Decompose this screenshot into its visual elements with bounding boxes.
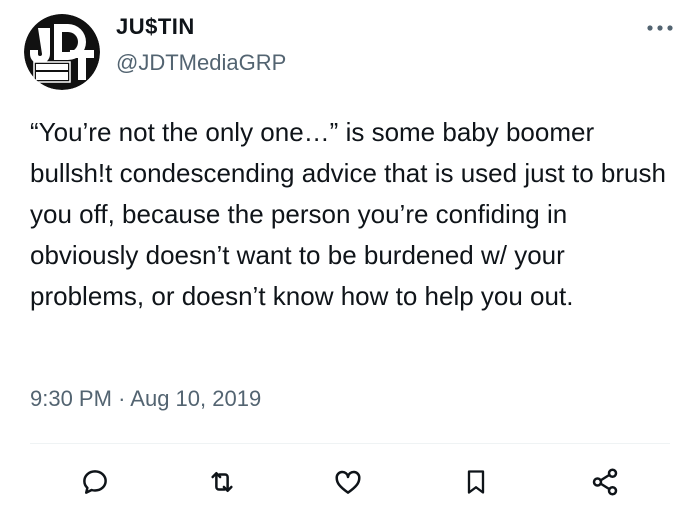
retweet-button[interactable] xyxy=(200,460,244,504)
jdt-media-grp-logo-icon xyxy=(24,14,100,90)
action-bar xyxy=(0,460,700,510)
like-button[interactable] xyxy=(326,460,370,504)
tweet-card: JU$TIN @JDTMediaGRP “You’re not the only… xyxy=(0,0,700,521)
more-icon xyxy=(647,25,673,31)
reply-icon xyxy=(83,470,107,494)
tweet-date[interactable]: Aug 10, 2019 xyxy=(130,386,261,411)
reply-button[interactable] xyxy=(73,460,117,504)
bookmark-icon xyxy=(467,470,485,494)
more-options-button[interactable] xyxy=(642,16,678,40)
share-icon xyxy=(592,468,618,496)
divider xyxy=(30,443,670,444)
retweet-icon xyxy=(211,472,233,492)
avatar[interactable] xyxy=(24,14,100,90)
tweet-text: “You’re not the only one…” is some baby … xyxy=(30,117,674,311)
share-button[interactable] xyxy=(583,460,627,504)
timestamp-separator: · xyxy=(118,386,126,411)
bookmark-button[interactable] xyxy=(454,460,498,504)
handle[interactable]: @JDTMediaGRP xyxy=(116,50,286,76)
timestamp[interactable]: 9:30 PM · Aug 10, 2019 xyxy=(30,386,261,412)
heart-icon xyxy=(335,470,361,494)
display-name[interactable]: JU$TIN xyxy=(116,14,195,40)
tweet-time[interactable]: 9:30 PM xyxy=(30,386,112,411)
